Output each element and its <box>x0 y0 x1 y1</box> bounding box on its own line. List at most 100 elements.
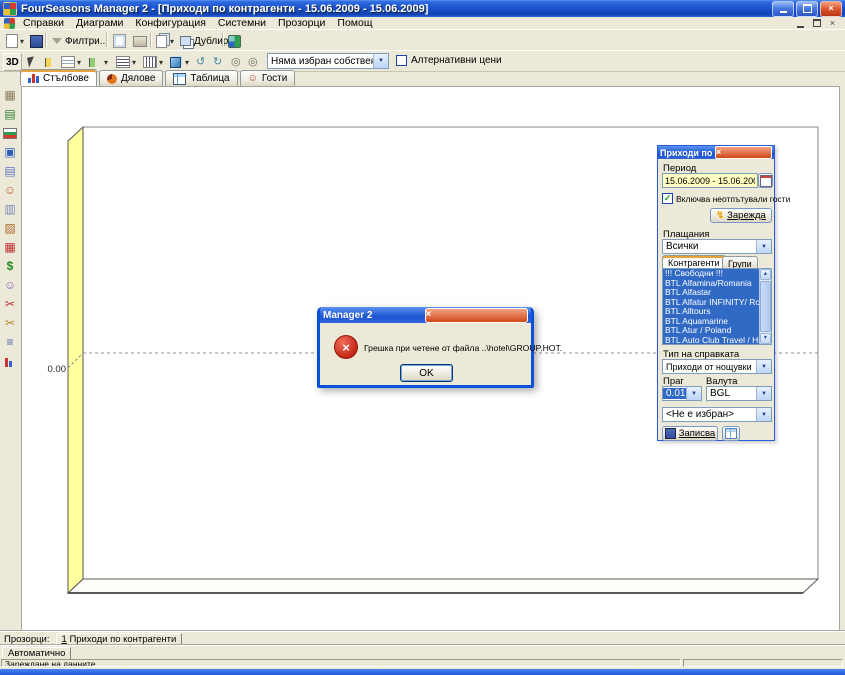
close-button[interactable]: × <box>820 1 842 17</box>
list-item[interactable]: BTL Aquamarine <box>663 317 771 327</box>
tab-guests[interactable]: ☺ Гости <box>240 70 296 86</box>
panel-close-button[interactable]: × <box>715 146 772 159</box>
rotate-right-button[interactable]: ↻ <box>210 53 225 71</box>
chevron-down-icon: ▾ <box>170 37 174 46</box>
menu-windows[interactable]: Прозорци <box>272 17 331 29</box>
cut-coin-icon[interactable]: ✂ <box>3 316 17 330</box>
menu-configuration[interactable]: Конфигурация <box>129 17 211 29</box>
list-item[interactable]: BTL Auto Club Travel / Hunga <box>663 336 771 346</box>
combo-arrow-icon[interactable]: ▼ <box>686 387 701 400</box>
save-report-button[interactable]: Записва <box>662 426 718 441</box>
calendar-button[interactable] <box>758 173 773 188</box>
extra-combobox[interactable]: <Не е избран> ▼ <box>662 407 772 422</box>
extra-value: <Не е избран> <box>663 409 756 420</box>
alt-prices-checkbox[interactable] <box>396 55 407 66</box>
period-field[interactable] <box>662 173 758 188</box>
menu-system[interactable]: Системни <box>212 17 272 29</box>
combo-arrow-icon[interactable]: ▼ <box>373 54 388 68</box>
organizer-icon[interactable]: ▦ <box>3 88 17 102</box>
printer-icon <box>133 36 147 47</box>
save-button[interactable] <box>27 32 46 50</box>
threshold-value: 0.01 <box>663 388 686 399</box>
toggle-3d-button[interactable]: 3D <box>3 53 22 71</box>
load-button[interactable]: ↯ Зарежда <box>710 208 772 223</box>
folder-print-icon[interactable]: ▥ <box>3 202 17 216</box>
combo-arrow-icon[interactable]: ▼ <box>756 387 771 400</box>
tab-table[interactable]: Таблица <box>165 70 237 86</box>
currency-value: BGL <box>707 388 756 399</box>
cut-service-icon[interactable]: ✂ <box>3 297 17 311</box>
dollar-icon[interactable]: $ <box>3 259 17 273</box>
monitor-icon[interactable]: ▣ <box>3 145 17 159</box>
ledger-icon[interactable]: ▦ <box>3 240 17 254</box>
scrollbar-thumb[interactable] <box>760 281 771 332</box>
chevron-down-icon: ▾ <box>20 37 24 46</box>
menu-help[interactable]: Помощ <box>331 17 378 29</box>
payments-combobox[interactable]: Всички ▼ <box>662 239 772 254</box>
report-view-button[interactable] <box>225 32 244 50</box>
report-type-combobox[interactable]: Приходи от нощувки ▼ <box>662 359 772 374</box>
include-guests-label: Включва неотпътували гости <box>676 194 790 204</box>
tab-columns[interactable]: Стълбове <box>20 69 97 86</box>
combo-arrow-icon[interactable]: ▼ <box>756 240 771 253</box>
window-task-label: Приходи по контрагенти <box>69 634 176 645</box>
print-button[interactable] <box>130 32 150 50</box>
alt-prices-option[interactable]: Алтернативни цени <box>396 55 502 66</box>
include-guests-option[interactable]: ✓ Включва неотпътували гости <box>662 193 790 204</box>
combo-arrow-icon[interactable]: ▼ <box>756 408 771 421</box>
menu-diagrams[interactable]: Диаграми <box>70 17 129 29</box>
cassette-icon[interactable]: ▨ <box>3 221 17 235</box>
money-guests-icon[interactable]: ☺ <box>3 278 17 292</box>
mdi-child-icon[interactable] <box>4 18 15 29</box>
toolbar-separator <box>106 33 107 47</box>
mdi-restore-button[interactable] <box>810 18 823 29</box>
contractors-listbox[interactable]: !!! Свободни !!! BTL Alfamina/Romania BT… <box>662 268 772 345</box>
bar-chart-icon <box>28 73 39 83</box>
ok-button[interactable]: OK <box>400 364 453 382</box>
copy-form-icon[interactable]: ▤ <box>3 164 17 178</box>
close-icon: × <box>716 148 771 157</box>
alt-prices-label: Алтернативни цени <box>411 55 502 66</box>
zoom-in-button[interactable]: ◎ <box>245 53 261 71</box>
minimize-button[interactable] <box>772 1 794 17</box>
tab-shares[interactable]: Дялове <box>99 70 163 86</box>
guests-icon[interactable]: ☺ <box>3 183 17 197</box>
list-item[interactable]: BTL Alfastar <box>663 288 771 298</box>
ok-label: OK <box>419 368 433 379</box>
error-dialog-close-button[interactable]: × <box>425 308 529 323</box>
zoom-out-button[interactable]: ◎ <box>228 53 244 71</box>
list-item[interactable]: BTL Atur / Poland <box>663 326 771 336</box>
list-item[interactable]: BTL Alfatur INFINITY/ Romani <box>663 298 771 308</box>
tab-guests-label: Гости <box>262 73 287 84</box>
filters-button[interactable]: Филтри... <box>49 32 111 50</box>
window-task-button[interactable]: 1 Приходи по контрагенти <box>56 633 183 646</box>
mdi-minimize-button[interactable] <box>794 18 807 29</box>
error-dialog-title-bar[interactable]: Manager 2 × <box>320 307 531 323</box>
export-report-icon[interactable]: ▤ <box>3 107 17 121</box>
windows-row: Прозорци: 1 Приходи по контрагенти <box>0 631 845 646</box>
chart-columns-icon[interactable] <box>3 354 17 368</box>
owner-combobox[interactable]: Няма избран собственици ▼ <box>267 53 389 69</box>
list-item[interactable]: BTL Alfamina/Romania <box>663 279 771 289</box>
threshold-combobox[interactable]: 0.01 ▼ <box>662 386 702 401</box>
scroll-down-icon[interactable]: ▼ <box>760 333 771 344</box>
title-bar: FourSeasons Manager 2 - [Приходи по конт… <box>0 0 845 17</box>
list-item[interactable]: !!! Свободни !!! <box>663 269 771 279</box>
currency-combobox[interactable]: BGL ▼ <box>706 386 772 401</box>
scroll-up-icon[interactable]: ▲ <box>760 269 771 280</box>
table-view-button[interactable] <box>722 426 740 441</box>
automatic-button[interactable]: Автоматично <box>2 647 71 660</box>
mdi-close-button[interactable]: × <box>826 18 839 29</box>
combo-arrow-icon[interactable]: ▼ <box>756 360 771 373</box>
print-preview-button[interactable] <box>110 32 129 50</box>
menu-reports[interactable]: Справки <box>17 17 70 29</box>
restore-button[interactable] <box>796 1 818 17</box>
bulgaria-flag-icon[interactable] <box>3 126 17 140</box>
tasks-icon[interactable]: ≡ <box>3 335 17 349</box>
list-scrollbar[interactable]: ▲ ▼ <box>759 269 771 344</box>
list-item[interactable]: BTL Alltours <box>663 307 771 317</box>
include-guests-checkbox[interactable]: ✓ <box>662 193 673 204</box>
rotate-left-button[interactable]: ↺ <box>193 53 208 71</box>
error-message: Грешка при четене от файла ..\hotel\GROU… <box>364 343 529 353</box>
panel-title-bar[interactable]: Приходи по контрагенти × <box>658 146 774 159</box>
